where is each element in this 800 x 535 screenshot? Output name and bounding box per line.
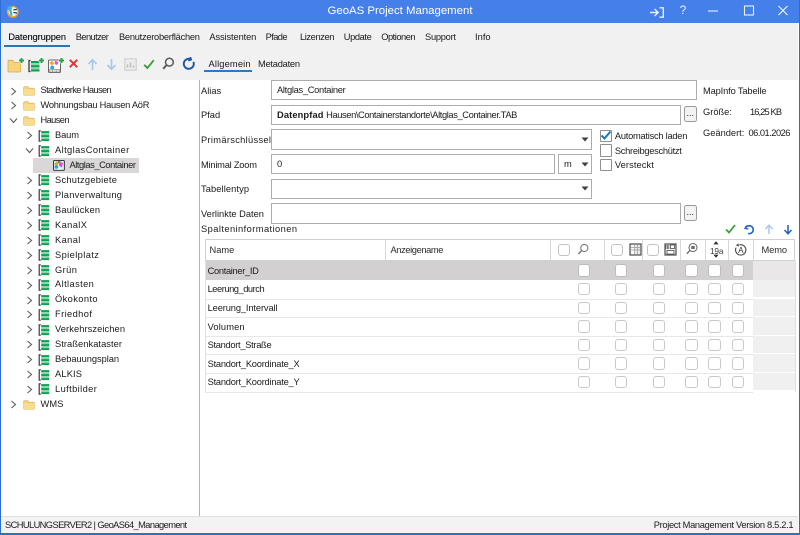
- svg-text:A: A: [738, 245, 744, 254]
